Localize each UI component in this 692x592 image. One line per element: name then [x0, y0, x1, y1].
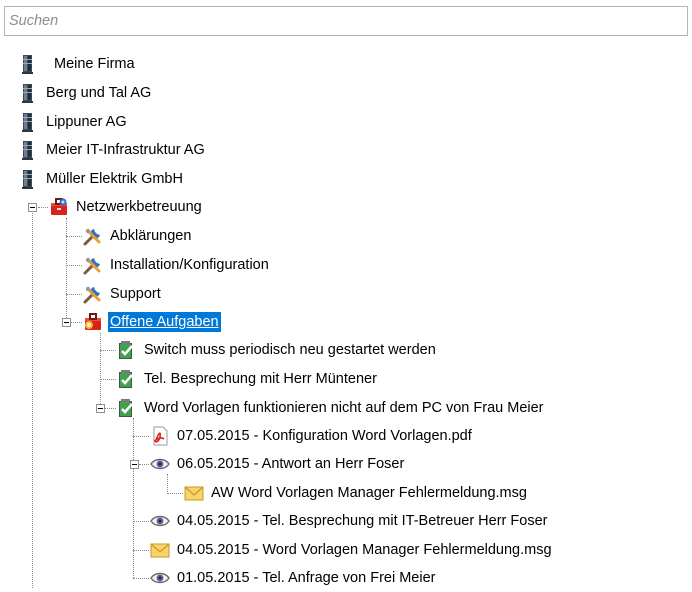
tree-line: [133, 550, 149, 551]
collapse-toggle[interactable]: [28, 203, 37, 212]
tree-line: [38, 207, 48, 208]
tools-icon: [82, 225, 104, 247]
task-icon: [116, 339, 138, 361]
server-icon: [18, 139, 40, 161]
tree-item-document[interactable]: 07.05.2015 - Konfiguration Word Vorlagen…: [149, 422, 474, 450]
tree-item-task[interactable]: Tel. Besprechung mit Herr Müntener: [116, 365, 379, 393]
tree-item-open-tasks[interactable]: Offene Aufgaben: [82, 308, 222, 336]
tree-item-category[interactable]: Installation/Konfiguration: [82, 251, 271, 279]
task-icon: [116, 397, 138, 419]
server-icon: [18, 53, 40, 75]
tree-item-category[interactable]: Abklärungen: [82, 222, 193, 250]
tree-line: [71, 322, 82, 323]
tree-item-label: Offene Aufgaben: [107, 311, 222, 333]
tree-item-contract[interactable]: Netzwerkbetreuung: [48, 193, 204, 221]
collapse-toggle[interactable]: [130, 460, 139, 469]
tree-line: [100, 379, 116, 380]
pdf-icon: [149, 425, 171, 447]
tree-item-label: Abklärungen: [110, 228, 192, 244]
tree-item-document[interactable]: 04.05.2015 - Word Vorlagen Manager Fehle…: [149, 536, 554, 564]
tree-item-customer[interactable]: Meine Firma: [18, 50, 137, 78]
server-icon: [18, 82, 40, 104]
project-tree: Meine Firma Berg und Tal AG Lippuner AG …: [0, 0, 692, 588]
tree-item-label: Tel. Besprechung mit Herr Müntener: [144, 371, 377, 387]
tree-line: [139, 464, 149, 465]
tree-item-label: Netzwerkbetreuung: [76, 199, 202, 215]
eye-icon: [149, 567, 171, 589]
tree-item-label: Word Vorlagen funktionieren nicht auf de…: [144, 400, 544, 416]
tree-item-label: Müller Elektrik GmbH: [46, 171, 183, 187]
tree-line: [133, 521, 149, 522]
tree-line: [133, 578, 149, 579]
tree-item-label: 06.05.2015 - Antwort an Herr Foser: [177, 456, 405, 472]
tree-item-label: Installation/Konfiguration: [110, 257, 269, 273]
eye-icon: [149, 510, 171, 532]
tree-item-document[interactable]: AW Word Vorlagen Manager Fehlermeldung.m…: [183, 479, 529, 507]
tree-line: [100, 350, 116, 351]
tree-item-customer[interactable]: Lippuner AG: [18, 108, 129, 136]
tree-item-label: 04.05.2015 - Word Vorlagen Manager Fehle…: [177, 542, 552, 558]
tree-item-label: Lippuner AG: [46, 114, 127, 130]
tools-icon: [82, 283, 104, 305]
tools-icon: [82, 254, 104, 276]
tree-line: [66, 218, 67, 322]
tree-item-label: Support: [110, 286, 161, 302]
tree-item-label: Berg und Tal AG: [46, 85, 152, 101]
tree-line: [66, 265, 82, 266]
tree-line: [66, 236, 82, 237]
envelope-icon: [149, 539, 171, 561]
tree-line: [100, 333, 101, 408]
tree-line: [167, 493, 183, 494]
envelope-icon: [183, 482, 205, 504]
tree-item-customer[interactable]: Berg und Tal AG: [18, 79, 153, 107]
tree-item-customer[interactable]: Müller Elektrik GmbH: [18, 165, 185, 193]
tree-item-label: 07.05.2015 - Konfiguration Word Vorlagen…: [177, 428, 472, 444]
tree-line: [133, 436, 149, 437]
tree-item-document[interactable]: 04.05.2015 - Tel. Besprechung mit IT-Bet…: [149, 507, 549, 535]
tree-line: [66, 294, 82, 295]
tree-item-task[interactable]: Switch muss periodisch neu gestartet wer…: [116, 336, 438, 364]
eye-icon: [149, 453, 171, 475]
tree-item-label: 04.05.2015 - Tel. Besprechung mit IT-Bet…: [177, 513, 548, 529]
tree-line: [32, 213, 33, 588]
tree-item-label: AW Word Vorlagen Manager Fehlermeldung.m…: [211, 485, 527, 501]
tree-item-document[interactable]: 06.05.2015 - Antwort an Herr Foser: [149, 450, 406, 478]
tree-item-label: Meier IT-Infrastruktur AG: [46, 142, 205, 158]
server-icon: [18, 168, 40, 190]
collapse-toggle[interactable]: [62, 318, 71, 327]
tree-item-label: Meine Firma: [54, 56, 135, 72]
tree-item-label: Switch muss periodisch neu gestartet wer…: [144, 342, 436, 358]
toolbox-icon: [48, 196, 70, 218]
tree-item-task[interactable]: Word Vorlagen funktionieren nicht auf de…: [116, 394, 546, 422]
tree-item-category[interactable]: Support: [82, 280, 163, 308]
tree-line: [133, 418, 134, 578]
tree-line: [105, 408, 116, 409]
collapse-toggle[interactable]: [96, 404, 105, 413]
tree-item-customer[interactable]: Meier IT-Infrastruktur AG: [18, 136, 207, 164]
server-icon: [18, 111, 40, 133]
open-tasks-icon: [82, 311, 104, 333]
tree-item-label: 01.05.2015 - Tel. Anfrage von Frei Meier: [177, 570, 436, 586]
task-icon: [116, 368, 138, 390]
